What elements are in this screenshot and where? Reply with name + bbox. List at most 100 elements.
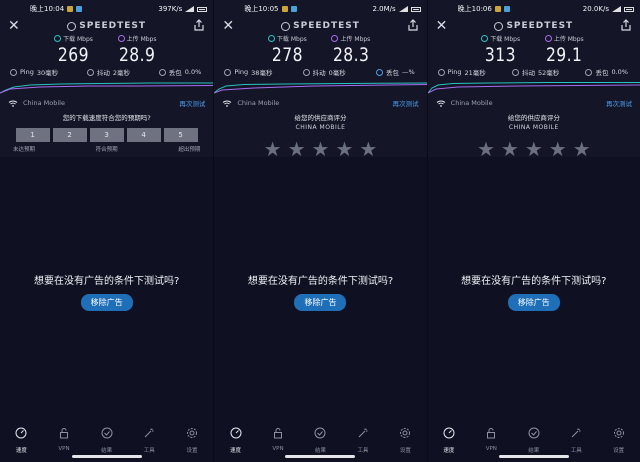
speed-graph [0,82,213,94]
ping-value: 30毫秒 [36,69,59,77]
speed-graph [427,82,640,94]
remove-ads-button[interactable]: 移除广告 [294,294,347,311]
upload-metric: 上传 Mbps 29.1 [542,34,586,66]
nav-tools[interactable]: 工具 [131,424,167,454]
star-icon[interactable]: ★ [264,139,282,159]
nav-label: VPN [58,446,70,452]
star-rating: ★ ★ ★ ★ ★ [428,139,640,159]
upload-value: 28.3 [332,44,370,66]
remove-ads-button[interactable]: 移除广告 [80,294,133,311]
nav-settings[interactable]: 设置 [601,424,637,454]
star-icon[interactable]: ★ [573,139,591,159]
upload-value: 28.9 [118,44,156,66]
speed-expectation-rating: 您的下载速度符合您的预期吗? 1 2 3 4 5 未达预期 符合预期 超出预期 [0,112,213,153]
nav-speed[interactable]: 速度 [218,424,254,454]
close-icon[interactable]: ✕ [436,18,448,34]
nav-speed[interactable]: 速度 [3,424,39,454]
nav-speed[interactable]: 速度 [431,424,467,454]
rating-question: 给您的供应商评分 [294,114,347,122]
notification-icon [281,6,288,12]
close-icon[interactable]: ✕ [222,18,234,34]
network-speed: 397K/s [158,5,183,13]
retest-button[interactable]: 再次测试 [606,98,632,108]
nav-vpn[interactable]: VPN [473,424,509,452]
retest-button[interactable]: 再次测试 [393,98,419,108]
nav-vpn[interactable]: VPN [46,424,82,452]
provider-rating: 给您的供应商评分 CHINA MOBILE ★ ★ ★ ★ ★ [428,112,640,159]
nav-results[interactable]: 结果 [302,424,338,454]
rating-option-1[interactable]: 1 [15,128,50,142]
nav-tools[interactable]: 工具 [558,424,594,454]
nav-label: 工具 [357,448,369,454]
remove-ads-button[interactable]: 移除广告 [507,294,560,311]
jitter-label: 抖动 [96,69,110,77]
ping-icon [10,68,17,76]
provider-rating: 给您的供应商评分 CHINA MOBILE ★ ★ ★ ★ ★ [214,112,426,159]
share-icon[interactable] [620,19,632,31]
nav-settings[interactable]: 设置 [174,424,210,454]
nav-settings[interactable]: 设置 [387,424,423,454]
download-value: 313 [485,44,517,66]
nav-results[interactable]: 结果 [516,424,552,454]
jitter-icon [511,68,519,76]
home-indicator[interactable] [285,455,356,458]
star-icon[interactable]: ★ [288,139,306,159]
nav-vpn[interactable]: VPN [260,424,296,452]
loss-label: 丢包 [385,69,399,77]
rating-option-3[interactable]: 3 [89,128,124,142]
ping-label: Ping [20,68,34,76]
star-icon[interactable]: ★ [549,139,567,159]
jitter-stat: 抖动 52毫秒 [511,67,560,77]
jitter-value: 52毫秒 [537,69,560,77]
scale-mid-label: 符合预期 [95,147,118,153]
speed-metrics: 下载 Mbps 269 上传 Mbps 28.9 [0,34,213,66]
speedtest-logo-icon [67,21,77,31]
network-speed: 2.0M/s [372,5,396,13]
rating-option-4[interactable]: 4 [126,128,161,142]
share-icon[interactable] [407,19,419,31]
nav-label: 结果 [101,448,113,454]
loss-stat: 丢包 0.0% [158,67,201,77]
retest-button[interactable]: 再次测试 [179,98,205,108]
loss-stat[interactable]: 丢包 —% [375,67,415,77]
nav-results[interactable]: 结果 [89,424,125,454]
notification-icon [76,6,83,12]
ping-label: Ping [234,68,249,76]
rating-option-5[interactable]: 5 [163,128,198,142]
star-icon[interactable]: ★ [359,139,377,159]
speed-graph [214,82,427,94]
signal-icon [185,6,195,12]
ping-stat: Ping 21毫秒 [437,67,486,77]
home-indicator[interactable] [71,455,142,458]
rating-option-2[interactable]: 2 [52,128,87,142]
nav-tools[interactable]: 工具 [345,424,381,454]
close-icon[interactable]: ✕ [8,18,20,34]
ping-icon [224,68,232,76]
star-icon[interactable]: ★ [477,139,495,159]
brand-logo: SPEEDTEST [494,21,573,31]
battery-icon [623,6,634,12]
gear-icon [613,428,624,438]
battery-icon [197,6,208,12]
upload-label: 上传 Mbps [553,36,584,43]
check-circle-icon [101,427,113,439]
rating-question: 给您的供应商评分 [507,114,560,122]
top-bar: ✕ SPEEDTEST [428,18,640,34]
star-icon[interactable]: ★ [335,139,353,159]
share-icon[interactable] [193,19,205,31]
star-icon[interactable]: ★ [501,139,519,159]
star-icon[interactable]: ★ [312,139,330,159]
magic-wand-icon [358,428,368,438]
loss-label: 丢包 [168,69,182,77]
network-name: China Mobile [450,99,493,107]
notification-icon [503,6,510,12]
lock-icon [59,428,68,439]
brand-name: SPEEDTEST [79,21,147,31]
notification-icon [290,6,297,12]
star-icon[interactable]: ★ [525,139,543,159]
download-icon [267,35,275,42]
status-time: 晚上10:04 [30,5,65,13]
check-circle-icon [528,427,540,439]
home-indicator[interactable] [498,455,569,458]
nav-label: 设置 [613,448,625,454]
